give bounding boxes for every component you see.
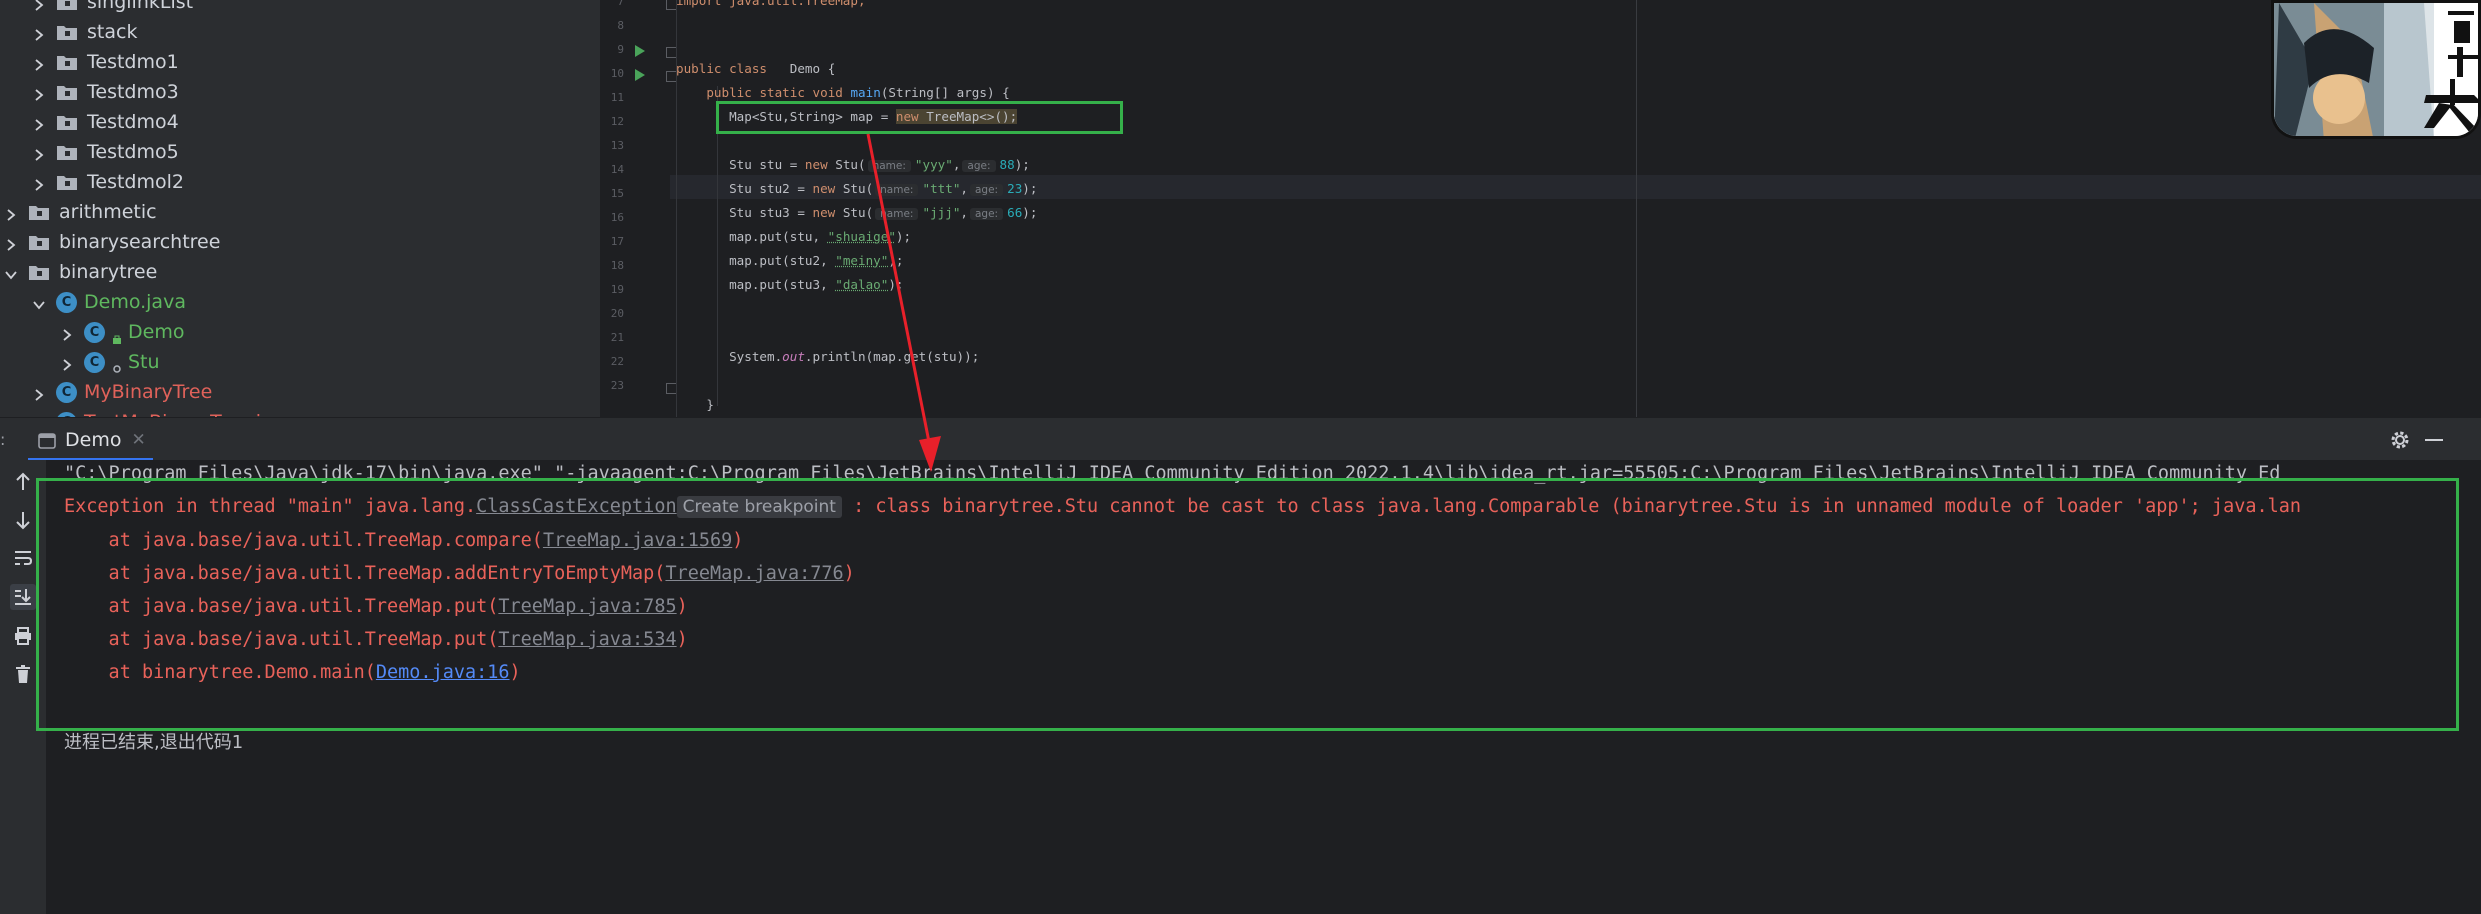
annotation-arrow: [866, 133, 941, 472]
